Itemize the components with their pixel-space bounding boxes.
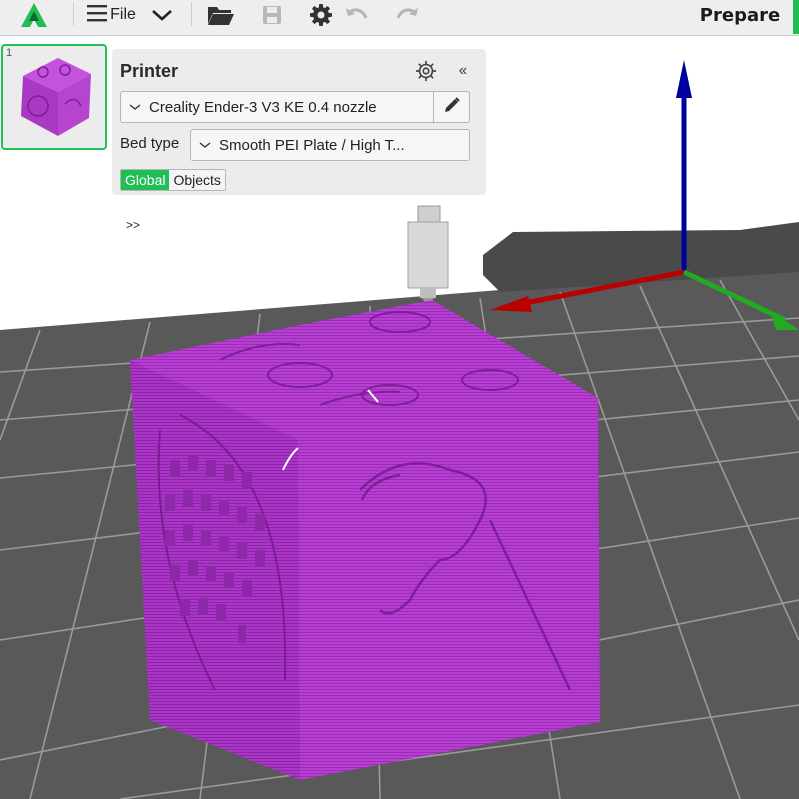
open-folder-icon[interactable]	[204, 0, 238, 30]
printer-settings-icon[interactable]	[414, 59, 438, 83]
file-menu-label: File	[110, 6, 136, 23]
top-toolbar: File Prepare	[0, 0, 799, 36]
tab-prepare-indicator	[793, 0, 799, 34]
expand-sidebar-button[interactable]: >>	[112, 204, 154, 246]
scope-toggle: Global Objects	[120, 169, 226, 191]
plate-preview-image	[21, 58, 91, 136]
model-cube	[130, 300, 600, 780]
chevron-down-icon	[121, 103, 149, 111]
pencil-icon	[443, 96, 461, 118]
settings-gear-icon[interactable]	[306, 0, 336, 30]
scope-global-button[interactable]: Global	[121, 170, 170, 190]
tab-prepare[interactable]: Prepare	[681, 0, 799, 30]
bed-type-select[interactable]: Smooth PEI Plate / High T...	[190, 129, 470, 161]
scope-objects-button[interactable]: Objects	[169, 170, 225, 190]
plate-thumbnail[interactable]: 1	[1, 44, 107, 150]
bed-type-value: Smooth PEI Plate / High T...	[219, 136, 405, 154]
undo-icon[interactable]	[342, 0, 372, 30]
toolbar-divider	[73, 2, 74, 26]
hamburger-menu-icon	[86, 3, 108, 28]
printer-select-value: Creality Ender-3 V3 KE 0.4 nozzle	[149, 98, 377, 116]
chevron-down-icon[interactable]	[148, 0, 176, 30]
bed-type-label: Bed type	[120, 135, 180, 152]
printer-panel-title: Printer	[120, 61, 179, 81]
toolbar-divider	[191, 2, 192, 26]
chevron-down-icon	[191, 141, 219, 149]
collapse-panel-icon[interactable]: ‹‹	[450, 59, 474, 83]
printer-panel: Printer ‹‹ Creality Ender-3 V3 KE 0.4 no…	[112, 49, 486, 195]
file-menu-button[interactable]: File	[82, 0, 140, 30]
redo-icon[interactable]	[392, 0, 422, 30]
app-logo-icon[interactable]	[14, 0, 54, 30]
edit-printer-button[interactable]	[433, 92, 469, 122]
printer-select[interactable]: Creality Ender-3 V3 KE 0.4 nozzle	[120, 91, 470, 123]
save-icon[interactable]	[258, 0, 286, 30]
